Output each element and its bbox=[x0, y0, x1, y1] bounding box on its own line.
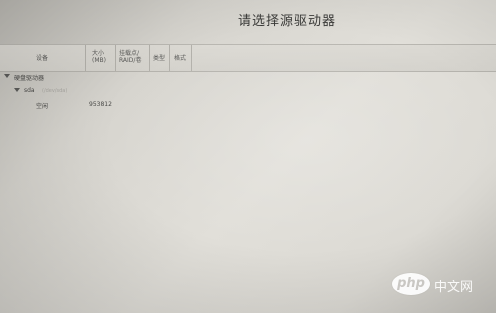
php-logo-text: php bbox=[397, 276, 425, 291]
column-mount-raid-label: 挂载点/ RAID/卷 bbox=[119, 50, 142, 64]
column-type-label: 类型 bbox=[153, 55, 166, 62]
column-device-label: 设备 bbox=[36, 55, 49, 62]
watermark-site-text: 中文网 bbox=[434, 280, 474, 295]
column-format[interactable]: 格式 bbox=[170, 45, 192, 71]
watermark: php 中文网 bbox=[392, 271, 488, 301]
disk-name: sda bbox=[24, 87, 35, 94]
column-header-bar: 设备 大小 (MB) 挂载点/ RAID/卷 类型 格式 bbox=[0, 44, 496, 72]
header: 请选择源驱动器 bbox=[0, 0, 496, 44]
expand-arrow-icon[interactable] bbox=[4, 74, 10, 78]
column-device[interactable]: 设备 bbox=[0, 45, 86, 71]
free-space-label: 空闲 bbox=[36, 103, 49, 110]
installer-screen: 请选择源驱动器 设备 大小 (MB) 挂载点/ RAID/卷 类型 格式 硬盘驱… bbox=[0, 0, 496, 313]
expand-arrow-icon[interactable] bbox=[14, 88, 20, 92]
column-size[interactable]: 大小 (MB) bbox=[86, 45, 116, 71]
tree-row-free-space[interactable]: 空闲 953812 bbox=[0, 100, 300, 112]
tree-row-disk-sda[interactable]: sda (/dev/sda) bbox=[0, 86, 300, 98]
column-size-label: 大小 (MB) bbox=[92, 50, 106, 64]
tree-row-hard-drives[interactable]: 硬盘驱动器 bbox=[0, 72, 300, 84]
hard-drives-label: 硬盘驱动器 bbox=[14, 75, 45, 82]
disk-device-path: (/dev/sda) bbox=[42, 88, 68, 94]
column-mount-raid[interactable]: 挂载点/ RAID/卷 bbox=[116, 45, 150, 71]
page-title: 请选择源驱动器 bbox=[238, 14, 337, 29]
column-type[interactable]: 类型 bbox=[150, 45, 170, 71]
free-space-size: 953812 bbox=[89, 101, 112, 108]
column-format-label: 格式 bbox=[174, 55, 187, 62]
